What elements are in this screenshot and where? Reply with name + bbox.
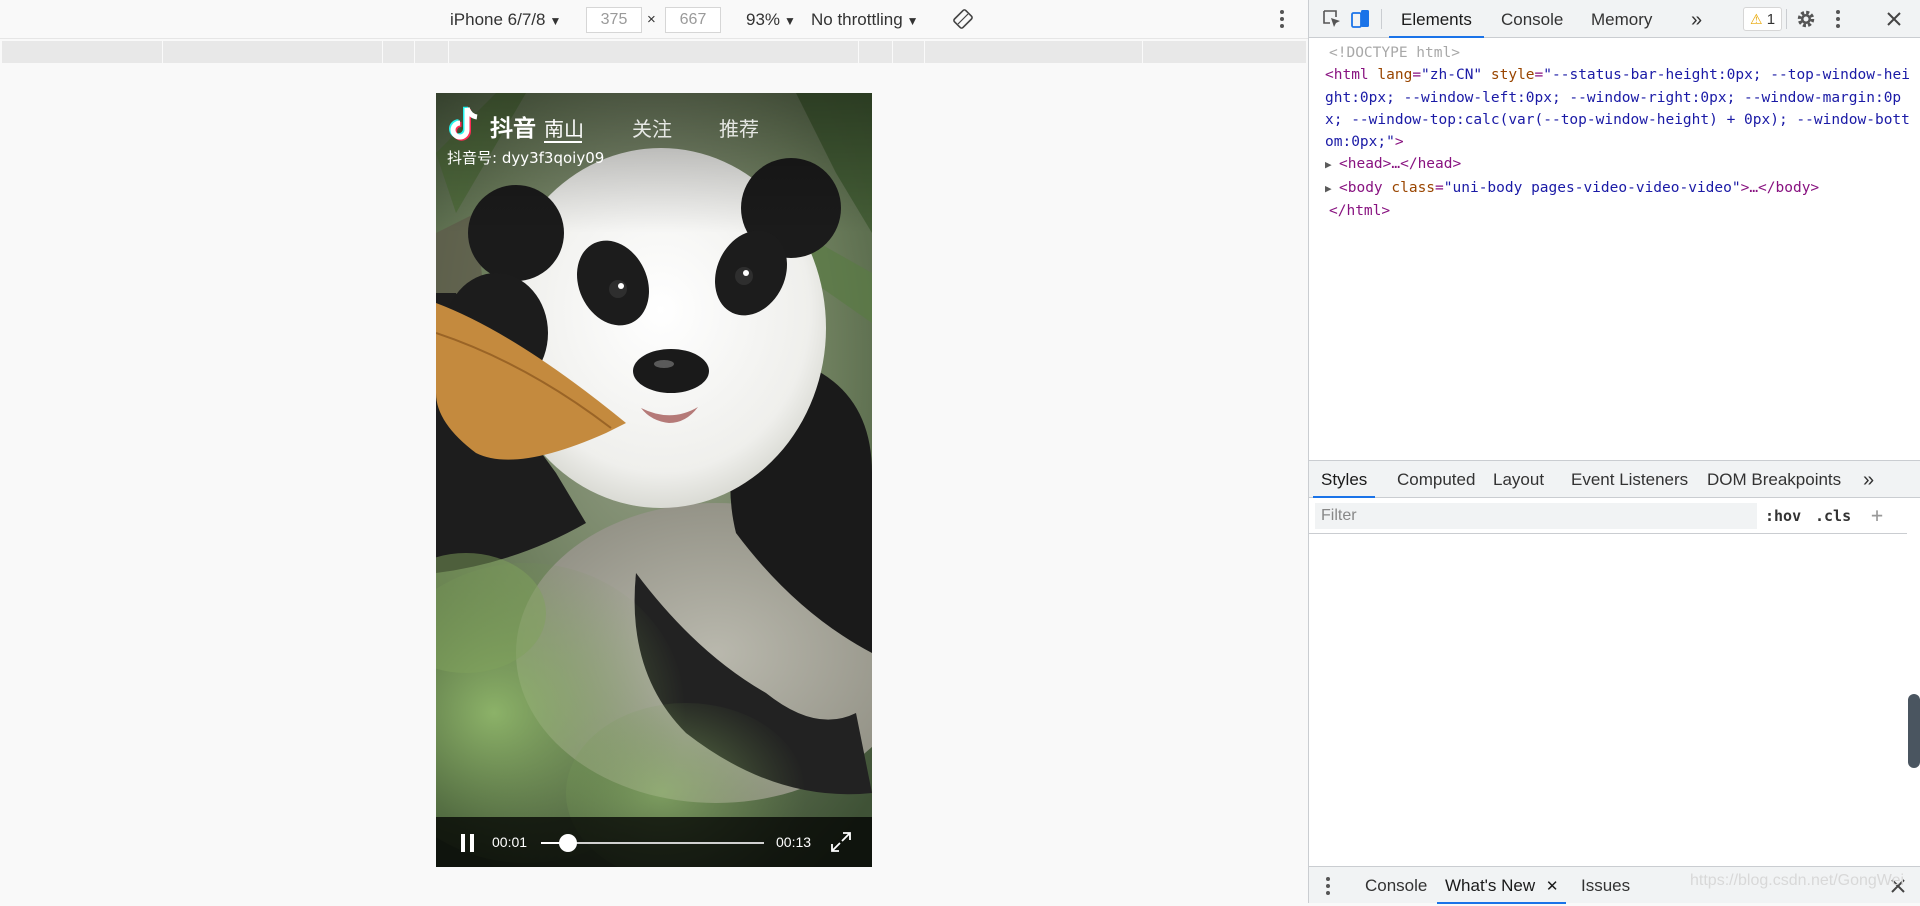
devtools-panel: Elements Console Memory » ⚠ 1 <!DOCTYPE … bbox=[1308, 0, 1920, 904]
drawer-tab-whats-new-label: What's New bbox=[1445, 876, 1536, 895]
throttling-select[interactable]: No throttling ▼ bbox=[811, 9, 919, 31]
fullscreen-icon[interactable] bbox=[830, 831, 852, 853]
drawer-tab-issues[interactable]: Issues bbox=[1573, 867, 1638, 904]
dom-head-node[interactable]: ▶ <head>…</head> bbox=[1313, 153, 1915, 176]
inspect-element-icon[interactable] bbox=[1321, 8, 1343, 30]
rotate-icon[interactable] bbox=[952, 8, 974, 30]
caret-down-icon: ▼ bbox=[549, 14, 562, 28]
styles-pane: Styles Computed Layout Event Listeners D… bbox=[1309, 460, 1920, 867]
video-controls: 00:01 00:13 bbox=[436, 817, 872, 867]
tab-elements[interactable]: Elements bbox=[1389, 0, 1484, 38]
media-query-ruler[interactable] bbox=[2, 41, 1306, 63]
pause-icon[interactable] bbox=[461, 834, 477, 852]
caret-down-icon: ▼ bbox=[784, 14, 796, 28]
drawer-tab-console[interactable]: Console bbox=[1357, 867, 1435, 904]
current-time: 00:01 bbox=[492, 834, 528, 850]
device-emulation-area: iPhone 6/7/8 ▼ 375 × 667 93% ▼ No throttli… bbox=[0, 0, 1308, 903]
device-toolbar: iPhone 6/7/8 ▼ 375 × 667 93% ▼ No throttli… bbox=[0, 0, 1308, 39]
more-options-icon[interactable] bbox=[1271, 8, 1293, 30]
dom-tree: <!DOCTYPE html> <html lang="zh-CN" style… bbox=[1309, 38, 1920, 438]
progress-knob[interactable] bbox=[558, 834, 577, 852]
total-time: 00:13 bbox=[776, 834, 812, 850]
dom-doctype[interactable]: <!DOCTYPE html> bbox=[1313, 42, 1915, 64]
tab-memory[interactable]: Memory bbox=[1583, 0, 1660, 38]
close-tab-icon[interactable]: ✕ bbox=[1546, 878, 1559, 895]
video-frame-panda[interactable] bbox=[436, 93, 872, 867]
width-input[interactable]: 375 bbox=[586, 7, 642, 33]
warning-icon: ⚠ bbox=[1750, 11, 1763, 27]
zoom-value: 93% bbox=[746, 10, 781, 29]
styles-filter-input[interactable] bbox=[1315, 503, 1757, 529]
device-toggle-icon[interactable] bbox=[1349, 8, 1371, 30]
hov-toggle[interactable]: :hov bbox=[1765, 507, 1801, 525]
cls-toggle[interactable]: .cls bbox=[1815, 507, 1851, 525]
more-tabs-icon[interactable]: » bbox=[1691, 0, 1702, 38]
styles-tabbar: Styles Computed Layout Event Listeners D… bbox=[1309, 461, 1920, 498]
progress-bar[interactable] bbox=[541, 834, 764, 852]
expand-triangle-icon[interactable]: ▶ bbox=[1325, 154, 1339, 176]
tab-recommended[interactable]: 推荐 bbox=[719, 113, 759, 142]
phone-viewport: 抖音 抖音号: dyy3f3qoiy09 南山 关注 推荐 00:01 00:1… bbox=[436, 93, 872, 867]
caret-down-icon: ▼ bbox=[906, 14, 919, 28]
expand-triangle-icon[interactable]: ▶ bbox=[1325, 178, 1339, 200]
tab-console[interactable]: Console bbox=[1493, 0, 1571, 38]
styles-filter-row: :hov .cls + bbox=[1309, 498, 1920, 534]
settings-gear-icon[interactable] bbox=[1795, 8, 1817, 30]
zoom-select[interactable]: 93% ▼ bbox=[746, 9, 796, 31]
drawer-tab-whats-new[interactable]: What's New ✕ bbox=[1437, 867, 1567, 904]
device-name: iPhone 6/7/8 bbox=[450, 10, 546, 29]
tiktok-logo-icon bbox=[449, 106, 478, 141]
account-id: 抖音号: dyy3f3qoiy09 bbox=[447, 149, 605, 167]
warning-badge[interactable]: ⚠ 1 bbox=[1743, 7, 1783, 31]
drawer-menu-icon[interactable] bbox=[1317, 875, 1339, 897]
new-style-rule-icon[interactable]: + bbox=[1871, 503, 1883, 527]
tab-layout[interactable]: Layout bbox=[1485, 461, 1552, 498]
tab-nanshan[interactable]: 南山 bbox=[544, 113, 584, 142]
close-devtools-icon[interactable] bbox=[1883, 8, 1905, 30]
customize-menu-icon[interactable] bbox=[1827, 8, 1849, 30]
device-select[interactable]: iPhone 6/7/8 ▼ bbox=[450, 9, 561, 31]
throttling-value: No throttling bbox=[811, 10, 903, 29]
devtools-topbar: Elements Console Memory » ⚠ 1 bbox=[1309, 0, 1920, 38]
tab-dom-breakpoints[interactable]: DOM Breakpoints bbox=[1699, 461, 1849, 498]
tab-styles[interactable]: Styles bbox=[1313, 461, 1376, 498]
tab-computed[interactable]: Computed bbox=[1389, 461, 1483, 498]
dom-html-close[interactable]: </html> bbox=[1313, 200, 1915, 222]
height-input[interactable]: 667 bbox=[665, 7, 721, 33]
watermark-text: https://blog.csdn.net/GongWei bbox=[1690, 872, 1905, 889]
more-tabs-icon[interactable]: » bbox=[1863, 461, 1874, 498]
dom-html-node[interactable]: <html lang="zh-CN" style="--status-bar-h… bbox=[1313, 64, 1915, 153]
tab-event-listeners[interactable]: Event Listeners bbox=[1563, 461, 1696, 498]
brand-name: 抖音 bbox=[490, 116, 536, 142]
warning-count: 1 bbox=[1766, 11, 1776, 28]
active-tab-underline bbox=[544, 141, 582, 143]
tab-following[interactable]: 关注 bbox=[632, 113, 672, 142]
dimension-separator: × bbox=[647, 11, 656, 28]
dom-body-node[interactable]: ▶ <body class="uni-body pages-video-video… bbox=[1313, 177, 1915, 200]
video-header: 抖音 抖音号: dyy3f3qoiy09 南山 关注 推荐 bbox=[436, 93, 872, 173]
styles-scrollbar[interactable] bbox=[1907, 498, 1920, 867]
scroll-thumb[interactable] bbox=[1908, 694, 1920, 768]
